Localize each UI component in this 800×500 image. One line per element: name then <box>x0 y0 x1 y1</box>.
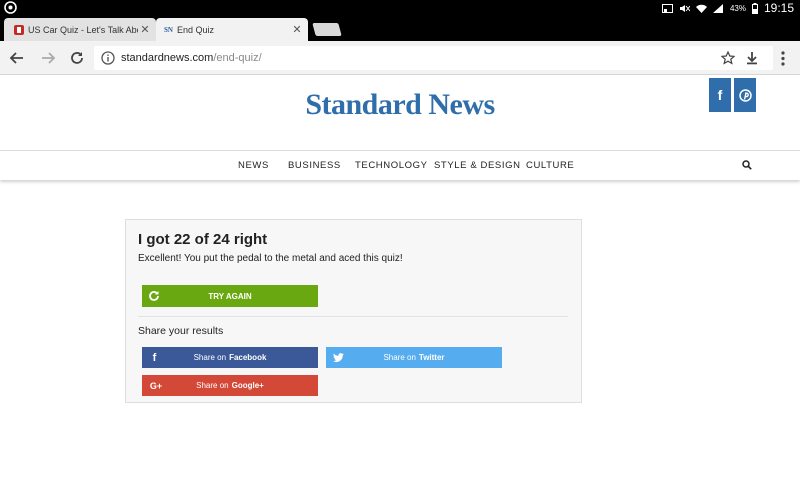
share-twitter-button[interactable]: Share on Twitter <box>326 347 502 368</box>
divider <box>138 316 568 317</box>
new-tab-button[interactable] <box>312 23 342 36</box>
arrow-forward-icon[interactable] <box>40 50 56 66</box>
info-icon[interactable] <box>101 51 115 65</box>
pinterest-social-button[interactable] <box>734 78 756 112</box>
facebook-social-button[interactable]: f <box>709 78 731 112</box>
site-logo[interactable]: Standard News <box>0 88 800 122</box>
try-again-label: TRY AGAIN <box>208 291 252 301</box>
share-facebook-button[interactable]: f Share on Facebook <box>142 347 318 368</box>
browser-toolbar: standardnews.com/end-quiz/ <box>0 41 800 75</box>
battery-percent: 43% <box>729 3 746 13</box>
share-network: Twitter <box>418 353 445 362</box>
url-host: standardnews.com <box>121 52 214 64</box>
tab-label: US Car Quiz - Let's Talk Abo <box>28 24 138 35</box>
refresh-icon <box>149 291 159 301</box>
clock: 19:15 <box>763 1 794 15</box>
standard-news-favicon: SN <box>164 25 173 34</box>
tab-close-icon[interactable]: ✕ <box>138 23 152 36</box>
main-nav: NEWS BUSINESS TECHNOLOGY STYLE & DESIGN … <box>0 150 800 180</box>
signal-icon <box>712 3 723 13</box>
share-google-plus-button[interactable]: G+ Share on Google+ <box>142 375 318 396</box>
try-again-button[interactable]: TRY AGAIN <box>142 285 318 307</box>
share-prefix: Share on <box>383 353 416 362</box>
facebook-icon: f <box>152 351 157 364</box>
reload-icon[interactable] <box>69 50 85 66</box>
wifi-icon <box>695 4 707 13</box>
share-heading: Share your results <box>138 325 224 337</box>
pinterest-icon <box>738 88 752 102</box>
search-icon[interactable] <box>742 160 752 170</box>
tab-us-car-quiz[interactable]: US Car Quiz - Let's Talk Abo ✕ <box>4 18 156 41</box>
share-network: Facebook <box>229 353 267 362</box>
nav-item-business[interactable]: BUSINESS <box>288 160 341 171</box>
more-vert-icon[interactable] <box>781 51 785 66</box>
share-prefix: Share on <box>196 381 229 390</box>
battery-icon <box>751 2 758 14</box>
address-bar[interactable]: standardnews.com/end-quiz/ <box>94 46 773 70</box>
quiz-favicon-icon <box>14 24 24 35</box>
site-header: Standard News f <box>0 75 800 150</box>
nav-item-style-design[interactable]: STYLE & DESIGN <box>434 160 521 171</box>
nav-item-technology[interactable]: TECHNOLOGY <box>355 160 428 171</box>
star-icon[interactable] <box>721 51 735 65</box>
quiz-result-card: I got 22 of 24 right Excellent! You put … <box>125 219 582 403</box>
nav-item-culture[interactable]: CULTURE <box>526 160 574 171</box>
facebook-icon: f <box>717 87 723 103</box>
tab-strip: US Car Quiz - Let's Talk Abo ✕ SN End Qu… <box>0 16 800 41</box>
twitter-icon <box>333 353 344 363</box>
tab-end-quiz[interactable]: SN End Quiz ✕ <box>156 18 308 41</box>
tab-label: End Quiz <box>176 24 214 35</box>
google-plus-icon: G+ <box>149 380 163 391</box>
cast-icon <box>661 3 673 13</box>
tab-close-icon[interactable]: ✕ <box>290 23 304 36</box>
url-path: /end-quiz/ <box>213 52 262 64</box>
chrome-notification-icon <box>4 1 17 14</box>
download-icon[interactable] <box>745 51 759 65</box>
status-bar: 43% 19:15 <box>0 0 800 16</box>
arrow-back-icon[interactable] <box>9 50 25 66</box>
mute-icon <box>679 4 690 12</box>
nav-item-news[interactable]: NEWS <box>238 160 269 171</box>
share-network: Google+ <box>231 381 264 390</box>
result-subtitle: Excellent! You put the pedal to the meta… <box>138 253 403 264</box>
result-title: I got 22 of 24 right <box>138 231 268 248</box>
share-prefix: Share on <box>193 353 227 362</box>
